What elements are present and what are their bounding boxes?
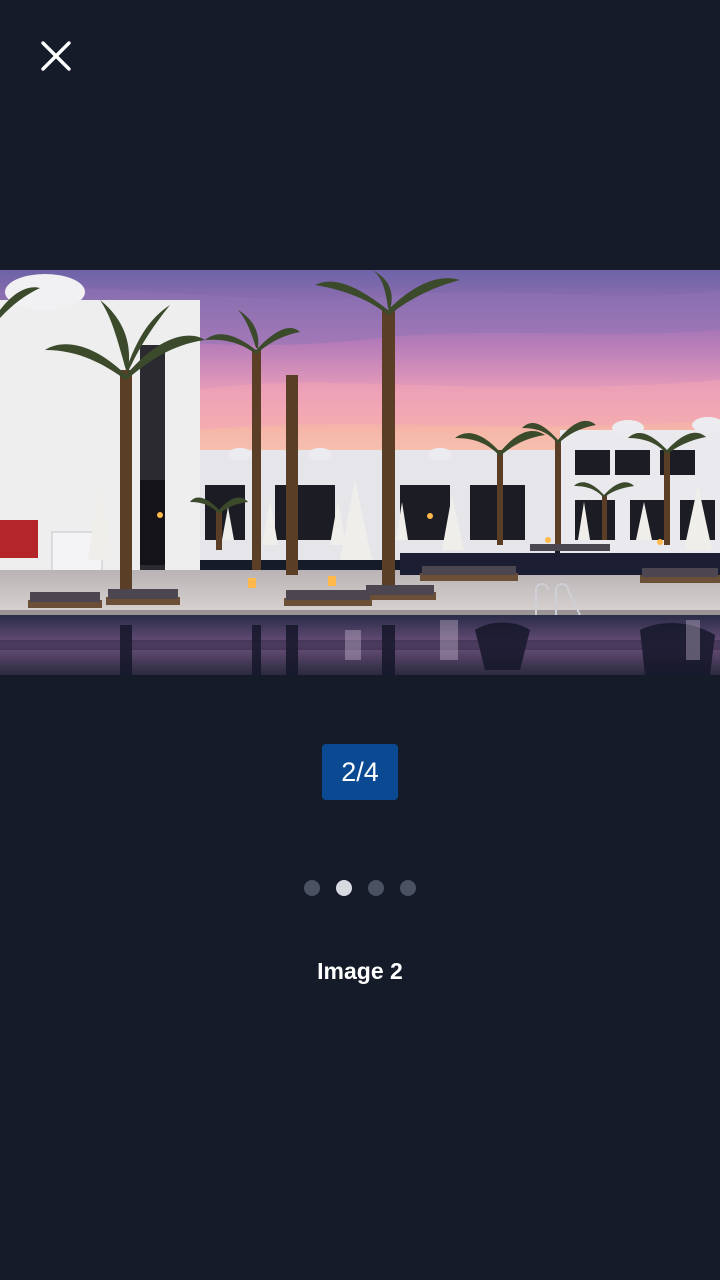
gallery-image[interactable] [0,270,720,675]
pagination-dot-1[interactable] [304,880,320,896]
image-caption: Image 2 [317,958,403,984]
resort-photo [0,270,720,675]
image-counter-badge: 2/4 [322,744,398,800]
close-icon [41,41,71,71]
close-button[interactable] [28,28,84,84]
pagination-dots [0,880,720,896]
pagination-dot-2[interactable] [336,880,352,896]
pagination-dot-4[interactable] [400,880,416,896]
pagination-dot-3[interactable] [368,880,384,896]
image-viewer-screen: 2/4 Image 2 [0,0,720,1280]
